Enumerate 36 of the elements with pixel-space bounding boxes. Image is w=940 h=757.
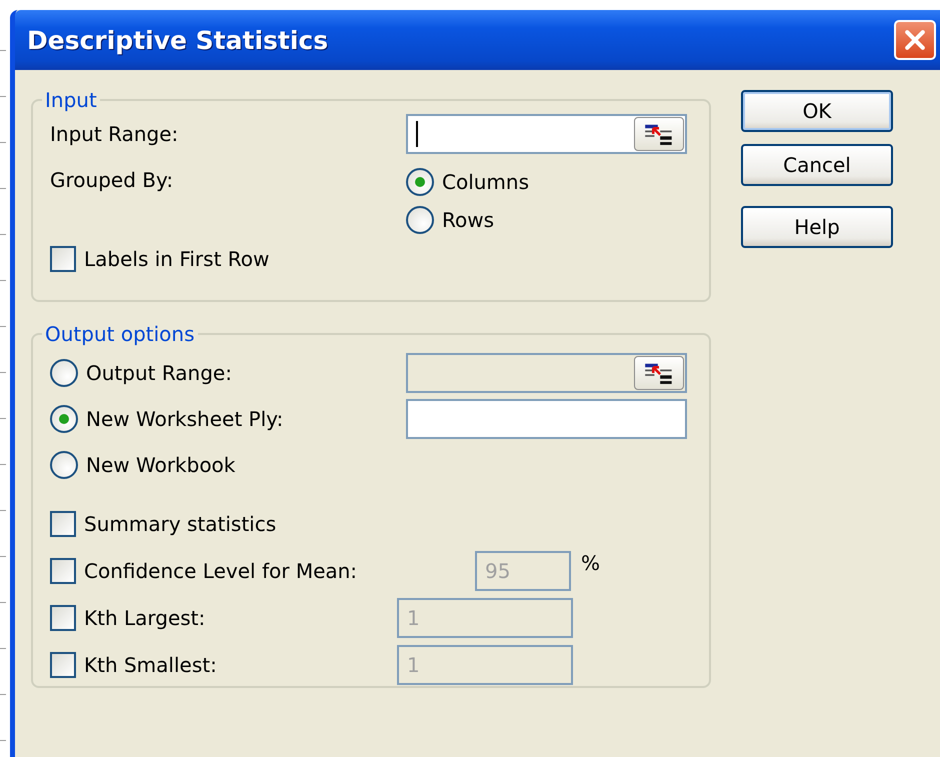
option-label: Rows xyxy=(442,208,494,232)
radio-button[interactable] xyxy=(406,168,434,196)
dialog-button[interactable]: OK xyxy=(741,90,893,132)
input-range-field[interactable] xyxy=(406,114,687,154)
checkbox[interactable] xyxy=(50,604,76,630)
collapse-dialog-icon xyxy=(644,122,674,146)
dialog-button[interactable]: Cancel xyxy=(741,144,893,186)
group-title: Output options xyxy=(44,322,196,346)
radio-button[interactable] xyxy=(50,359,78,387)
collapse-dialog-icon xyxy=(644,361,674,385)
close-icon xyxy=(902,27,928,53)
dialog-button[interactable]: Help xyxy=(741,206,893,248)
radio-button[interactable] xyxy=(50,451,78,479)
group-title: Input xyxy=(44,88,98,112)
range-picker-button[interactable] xyxy=(634,117,684,151)
radio-button[interactable] xyxy=(406,206,434,234)
checkbox[interactable] xyxy=(50,652,76,678)
option-label: Kth Smallest: xyxy=(84,652,217,676)
option-label: Kth Largest: xyxy=(84,606,206,630)
close-button[interactable] xyxy=(894,20,936,60)
field-label: Input Range: xyxy=(50,122,180,146)
unit-label: % xyxy=(581,551,600,575)
checkbox[interactable] xyxy=(50,510,76,536)
checkbox[interactable] xyxy=(50,246,76,272)
option-label: Output Range: xyxy=(86,361,232,385)
option-label: New Workbook xyxy=(86,453,236,477)
option-label: New Worksheet Ply: xyxy=(86,407,284,431)
field-label: Grouped By: xyxy=(50,168,174,192)
option-label: Summary statistics xyxy=(84,512,276,536)
checkbox[interactable] xyxy=(50,558,76,584)
window-title: Descriptive Statistics xyxy=(27,26,328,54)
radio-button[interactable] xyxy=(50,405,78,433)
option-label: Labels in First Row xyxy=(84,247,270,271)
option-label: Columns xyxy=(442,170,530,194)
option-label: Confidence Level for Mean: xyxy=(84,558,358,582)
output-field[interactable] xyxy=(406,399,687,439)
